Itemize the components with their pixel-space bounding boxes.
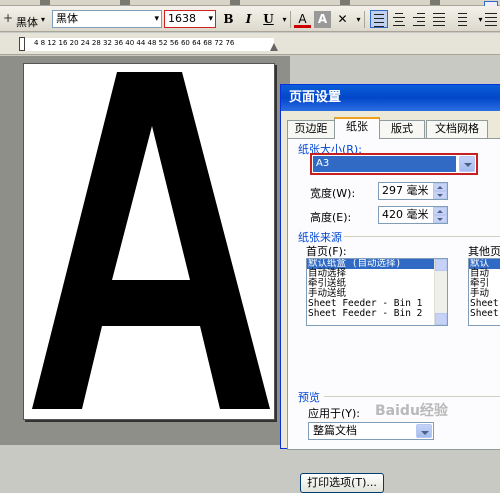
toolbar-icon[interactable]: [230, 0, 240, 5]
toolbar-icon[interactable]: [340, 0, 350, 5]
align-center-button[interactable]: [390, 10, 408, 28]
paper-size-value: A3: [313, 156, 456, 172]
toolbar-icon[interactable]: [430, 0, 440, 5]
numbering-button[interactable]: [482, 10, 500, 28]
chevron-down-icon[interactable]: ▾: [208, 11, 213, 27]
dialog-title: 页面设置: [281, 85, 500, 111]
phonetic-guide-icon[interactable]: ✕: [334, 11, 351, 28]
spin-up-icon[interactable]: [433, 183, 447, 191]
preview-label: 预览: [298, 391, 320, 404]
font-size-value: 1638: [168, 12, 196, 25]
list-item[interactable]: Sheet Feeder - Bin 2: [307, 309, 447, 319]
align-right-button[interactable]: [410, 10, 428, 28]
list-scrollbar[interactable]: [434, 259, 447, 325]
chevron-down-icon[interactable]: [459, 156, 475, 172]
width-field[interactable]: 297 毫米: [378, 182, 448, 200]
spin-down-icon[interactable]: [433, 215, 447, 223]
print-options-button[interactable]: 打印选项(T)...: [300, 473, 384, 493]
toolbar-icon[interactable]: [120, 0, 130, 5]
scroll-down-icon[interactable]: [435, 313, 447, 325]
chevron-down-icon[interactable]: ▾: [154, 11, 159, 27]
width-value: 297 毫米: [382, 184, 429, 197]
list-item[interactable]: Sheet: [469, 309, 500, 319]
toolbar-separator: [290, 11, 291, 28]
width-label: 宽度(W):: [310, 187, 356, 200]
height-field[interactable]: 420 毫米: [378, 206, 448, 224]
style-selector[interactable]: 黑体: [16, 14, 38, 30]
indent-marker-icon[interactable]: [19, 37, 25, 51]
group-divider: [324, 396, 500, 397]
document-page[interactable]: A: [23, 63, 275, 420]
tab-document-grid[interactable]: 文档网格: [426, 120, 488, 138]
paper-size-select[interactable]: A3: [310, 153, 478, 175]
scroll-up-icon[interactable]: [435, 259, 447, 271]
char-shading-button[interactable]: A: [314, 11, 331, 28]
toolbar-icon[interactable]: [40, 0, 50, 5]
font-name-value: 黑体: [56, 12, 78, 25]
font-name-combo[interactable]: 黑体 ▾: [52, 10, 162, 28]
tab-margins[interactable]: 页边距: [287, 120, 335, 138]
height-label: 高度(E):: [310, 211, 352, 224]
distributed-align-button[interactable]: [430, 10, 448, 28]
other-pages-list[interactable]: 默认 自动 牵引 手动 Sheet Sheet: [468, 258, 500, 326]
horizontal-ruler[interactable]: 4 8 12 16 20 24 28 32 36 40 44 48 52 56 …: [0, 33, 500, 55]
bold-button[interactable]: B: [220, 11, 237, 28]
height-value: 420 毫米: [382, 208, 429, 221]
apply-to-value: 整篇文档: [313, 424, 357, 437]
line-spacing-button[interactable]: [452, 10, 470, 28]
chevron-down-icon[interactable]: ▾: [41, 15, 45, 24]
toolbar-separator: [364, 11, 365, 28]
apply-to-label: 应用于(Y):: [308, 407, 361, 420]
group-divider: [344, 236, 500, 237]
first-page-label: 首页(F):: [306, 245, 347, 258]
underline-button[interactable]: U: [260, 11, 277, 28]
tab-layout[interactable]: 版式: [379, 120, 425, 138]
tab-paper[interactable]: 纸张: [334, 117, 380, 139]
font-size-combo[interactable]: 1638 ▾: [164, 10, 216, 28]
ruler-numbers: 4 8 12 16 20 24 28 32 36 40 44 48 52 56 …: [34, 39, 235, 47]
align-justify-button[interactable]: [370, 10, 388, 28]
big-letter-a: [32, 72, 270, 409]
page-setup-dialog: 页面设置 页边距 纸张 版式 文档网格 纸张大小(R): A3 宽度(W): 2…: [280, 84, 500, 493]
font-color-button[interactable]: A: [294, 11, 311, 28]
italic-button[interactable]: I: [240, 11, 257, 28]
other-pages-label: 其他页: [468, 245, 500, 258]
right-indent-marker-icon[interactable]: [270, 43, 278, 51]
apply-to-select[interactable]: 整篇文档: [308, 422, 434, 440]
first-page-list[interactable]: 默认纸盒 (自动选择) 自动选择 牵引送纸 手动送纸 Sheet Feeder …: [306, 258, 448, 326]
chevron-down-icon[interactable]: [416, 424, 432, 438]
formatting-toolbar: + 黑体 ▾ 黑体 ▾ 1638 ▾ B I U ▾ A A ✕ ▾ ▾: [0, 6, 500, 32]
spin-down-icon[interactable]: [433, 191, 447, 199]
spin-up-icon[interactable]: [433, 207, 447, 215]
watermark: Baidu经验: [375, 403, 448, 419]
toolbar-grip-icon[interactable]: +: [3, 11, 13, 25]
